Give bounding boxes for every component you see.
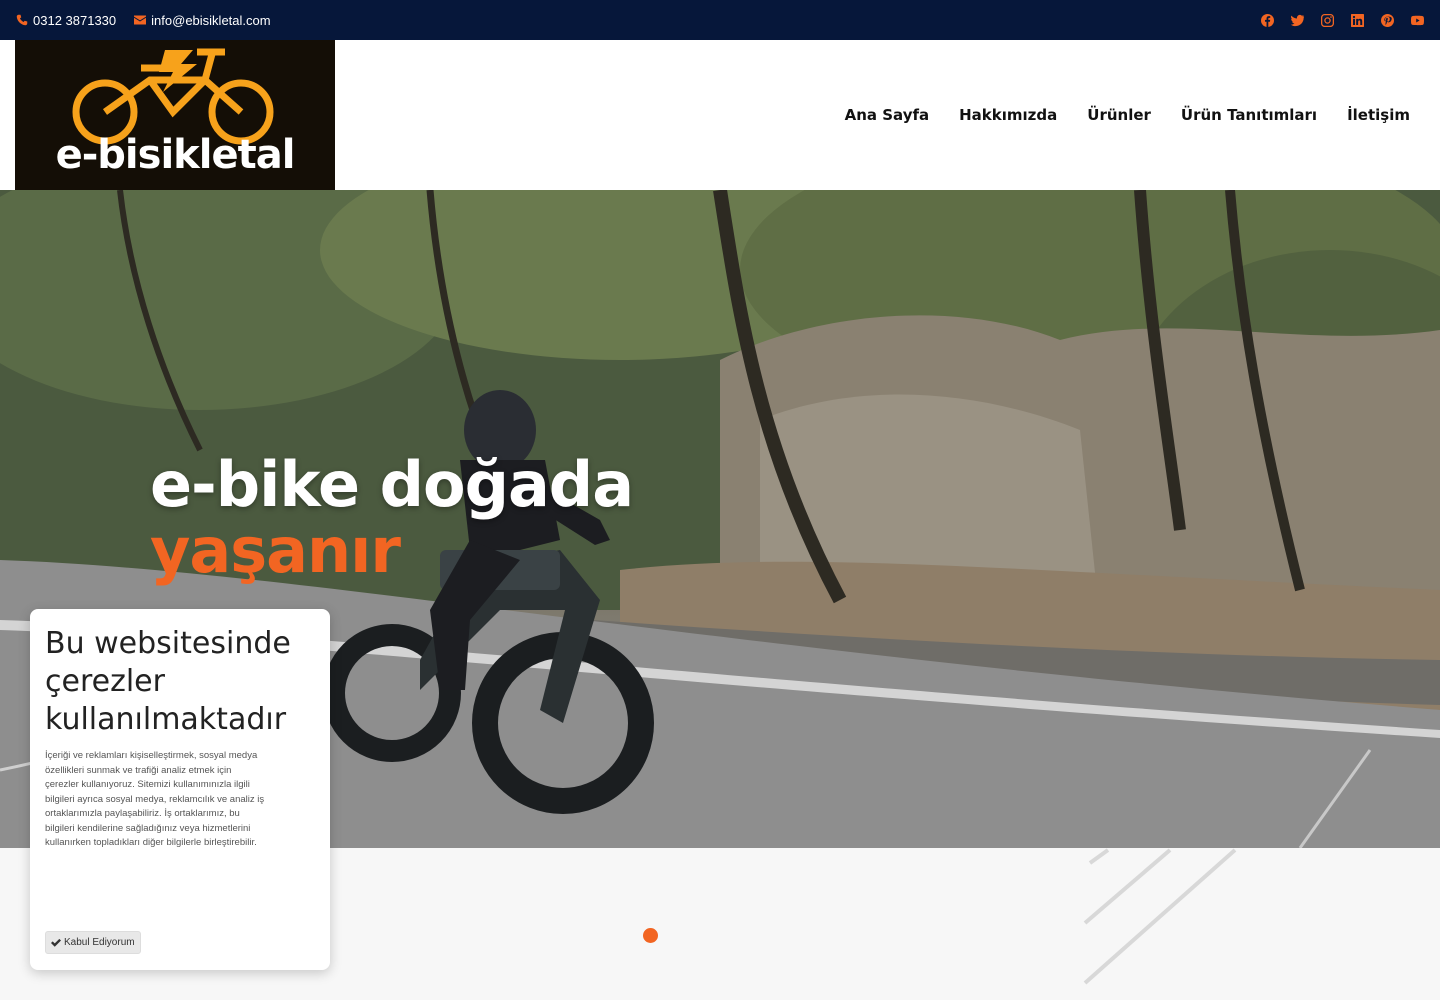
contact-info: 0312 3871330 info@ebisikletal.com (16, 0, 271, 40)
cookie-accept-button[interactable]: Kabul Ediyorum (45, 931, 141, 954)
nav-about[interactable]: Hakkımızda (959, 106, 1057, 124)
facebook-icon[interactable] (1258, 11, 1276, 29)
slider-dot[interactable] (643, 928, 658, 943)
hero-title: e-bike doğada yaşanır (150, 448, 634, 587)
site-header: e-bisikletal Ana Sayfa Hakkımızda Ürünle… (0, 40, 1440, 190)
phone-link[interactable]: 0312 3871330 (16, 13, 116, 28)
check-icon (51, 938, 61, 947)
pinterest-icon[interactable] (1378, 11, 1396, 29)
main-nav: Ana Sayfa Hakkımızda Ürünler Ürün Tanıtı… (845, 40, 1410, 190)
email-link[interactable]: info@ebisikletal.com (134, 12, 271, 28)
nav-products[interactable]: Ürünler (1087, 106, 1151, 124)
logo-text: e-bisikletal (55, 132, 296, 178)
nav-contact[interactable]: İletişim (1347, 106, 1410, 124)
site-logo[interactable]: e-bisikletal (15, 40, 335, 190)
email-address: info@ebisikletal.com (151, 12, 271, 28)
top-bar: 0312 3871330 info@ebisikletal.com (0, 0, 1440, 40)
social-links (1258, 0, 1426, 40)
hero-title-line1: e-bike doğada (150, 448, 634, 521)
envelope-icon (134, 15, 147, 25)
nav-home[interactable]: Ana Sayfa (845, 106, 930, 124)
linkedin-icon[interactable] (1348, 11, 1366, 29)
cookie-title: Bu websitesinde çerezler kullanılmaktadı… (45, 626, 291, 737)
phone-number: 0312 3871330 (33, 12, 117, 28)
cookie-text: İçeriği ve reklamları kişiselleştirmek, … (45, 750, 265, 848)
phone-icon (16, 14, 28, 26)
instagram-icon[interactable] (1318, 11, 1336, 29)
cookie-consent-box: Bu websitesinde çerezler kullanılmaktadı… (30, 609, 330, 970)
nav-product-demos[interactable]: Ürün Tanıtımları (1181, 106, 1317, 124)
cookie-accept-label: Kabul Ediyorum (64, 937, 135, 948)
twitter-icon[interactable] (1288, 11, 1306, 29)
hero-title-line2: yaşanır (150, 514, 401, 587)
youtube-icon[interactable] (1408, 11, 1426, 29)
